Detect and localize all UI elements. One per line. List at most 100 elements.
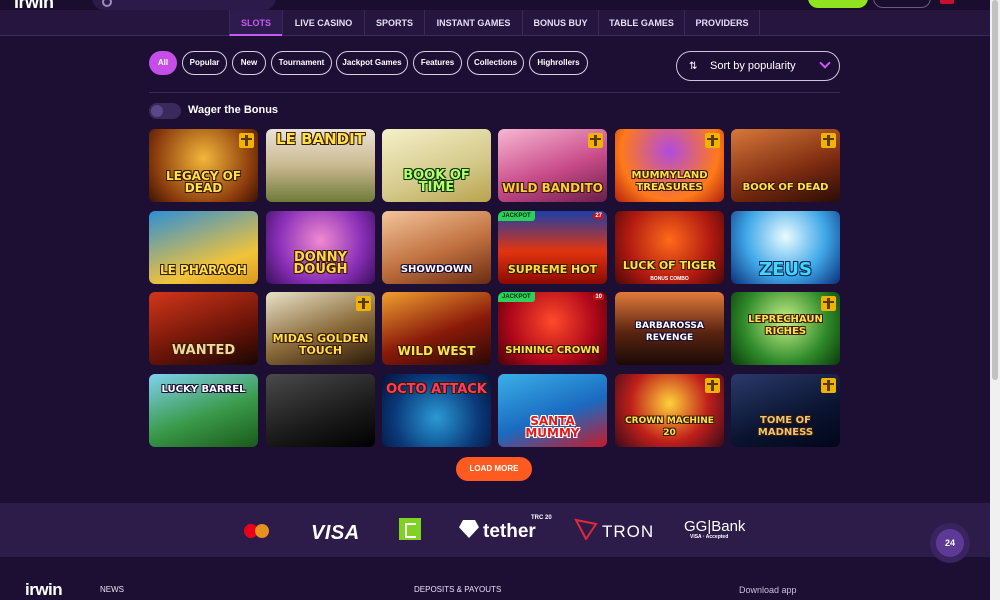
game-title: Le Pharaoh [160, 263, 247, 277]
game-tile[interactable]: Santa Mummy [498, 374, 607, 447]
tab-sports[interactable]: SPORTS [364, 10, 424, 36]
game-tile[interactable]: Donny Dough [266, 211, 375, 284]
game-tile[interactable]: Le Bandit [266, 129, 375, 202]
sort-dropdown[interactable]: ⇅ Sort by popularity [676, 51, 840, 81]
game-tile[interactable]: Wild West [382, 292, 491, 365]
tab-slots[interactable]: SLOTS [229, 10, 282, 36]
game-title: Lucky Barrel [161, 384, 246, 395]
game-tile[interactable]: Book of Time [382, 129, 491, 202]
tab-table-games[interactable]: TABLE GAMES [598, 10, 684, 36]
tron-icon [574, 518, 598, 540]
filter-chip-new[interactable]: New [232, 51, 266, 75]
load-more-button[interactable]: LOAD MORE [456, 457, 532, 481]
wager-bonus-label: Wager the Bonus [188, 104, 279, 116]
game-tile[interactable]: Zeus [731, 211, 840, 284]
gift-icon [705, 378, 720, 393]
game-tile[interactable]: Le Pharaoh [149, 211, 258, 284]
game-title: Supreme Hot [507, 263, 598, 276]
game-title: Wild West [397, 344, 476, 358]
game-title: Legacy of Dead [165, 169, 242, 195]
jackpot-badge: JACKPOT [498, 211, 535, 221]
game-title: Donny Dough [293, 250, 348, 277]
top-header: irwin [0, 0, 990, 10]
game-title: Crown Machine 20 [625, 416, 714, 438]
ggbank-subtitle: VISA · Accepted [690, 534, 729, 540]
game-tile[interactable]: Luck of Tiger BONUS COMBO [615, 211, 724, 284]
game-title: Zeus [759, 259, 812, 280]
gift-icon [821, 133, 836, 148]
game-title: Book of Dead [742, 182, 829, 193]
filter-chip-collections[interactable]: Collections [467, 51, 524, 75]
game-title: Leprechaun Riches [748, 314, 823, 337]
footer-news-link[interactable]: NEWS [100, 585, 124, 594]
support-chat-icon[interactable]: 24 [936, 529, 964, 557]
game-title: Luck of Tiger [622, 259, 717, 272]
game-tile[interactable]: Midas Golden Touch [266, 292, 375, 365]
game-title: Octo Attack [386, 382, 487, 397]
filter-chip-all[interactable]: All [149, 51, 177, 75]
gift-icon [356, 296, 371, 311]
search-icon [102, 0, 112, 7]
game-title: Tome of Madness [757, 415, 814, 438]
game-title: Wild Bandito [502, 181, 603, 195]
scrollbar-thumb[interactable] [992, 0, 998, 380]
game-tile[interactable]: Crown Machine 20 [615, 374, 724, 447]
trc20-label: TRC 20 [531, 515, 552, 521]
game-subtitle: BONUS COMBO [650, 276, 689, 282]
toggle-knob[interactable] [151, 105, 163, 117]
chevron-down-icon [819, 57, 831, 69]
payment-methods-band: VISA tether TRON GG|Bank [0, 503, 990, 557]
gift-icon [239, 133, 254, 148]
ggbank-logo: GG|Bank [684, 518, 746, 535]
game-tile[interactable]: Wanted [149, 292, 258, 365]
game-tile[interactable]: JACKPOT 27 Supreme Hot [498, 211, 607, 284]
filter-chip-features[interactable]: Features [413, 51, 462, 75]
signup-button[interactable] [808, 0, 868, 8]
perfect-money-icon [399, 518, 421, 540]
game-tile[interactable]: Showdown [382, 211, 491, 284]
category-nav: SLOTS LIVE CASINO SPORTS INSTANT GAMES B… [0, 10, 990, 36]
tab-instant-games[interactable]: INSTANT GAMES [424, 10, 522, 36]
game-tile[interactable]: Mummyland Treasures [615, 129, 724, 202]
bet-badge: 27 [593, 213, 604, 219]
jackpot-badge: JACKPOT [498, 292, 535, 302]
game-title: Wanted [171, 343, 236, 358]
game-tile[interactable]: Octo Attack [382, 374, 491, 447]
filter-chip-popular[interactable]: Popular [182, 51, 227, 75]
game-title: Santa Mummy [525, 414, 580, 440]
game-title: Le Bandit [276, 130, 365, 148]
tab-bonus-buy[interactable]: BONUS BUY [522, 10, 598, 36]
tab-live-casino[interactable]: LIVE CASINO [282, 10, 364, 36]
footer-logo[interactable]: irwin [25, 580, 63, 600]
filter-chip-tournament[interactable]: Tournament [271, 51, 332, 75]
footer-deposits-link[interactable]: DEPOSITS & PAYOUTS [414, 585, 501, 594]
search-input[interactable] [92, 0, 276, 10]
filter-chip-highrollers[interactable]: Highrollers [529, 51, 588, 75]
login-button[interactable] [873, 0, 931, 8]
sort-icon: ⇅ [689, 61, 698, 72]
game-tile[interactable]: Leprechaun Riches [731, 292, 840, 365]
game-tile[interactable]: Tome of Madness [731, 374, 840, 447]
download-app-link[interactable]: Download app [739, 585, 797, 595]
game-tile[interactable]: Book of Dead [731, 129, 840, 202]
tab-providers[interactable]: PROVIDERS [684, 10, 760, 36]
game-title: Mummyland Treasures [631, 170, 708, 193]
game-tile[interactable]: Barbarossa Revenge [615, 292, 724, 365]
visa-logo: VISA [311, 522, 360, 544]
game-title: Showdown [400, 264, 473, 275]
filter-chip-jackpot-games[interactable]: Jackpot Games [336, 51, 408, 75]
game-tile[interactable] [266, 374, 375, 447]
language-flag-icon[interactable] [940, 0, 954, 4]
gift-icon [821, 296, 836, 311]
mastercard-icon [255, 524, 269, 538]
game-tile[interactable]: Legacy of Dead [149, 129, 258, 202]
game-tile[interactable]: Wild Bandito [498, 129, 607, 202]
game-title: Midas Golden Touch [272, 332, 369, 357]
game-title: Barbarossa Revenge [635, 321, 704, 343]
game-title: Shining Crown [505, 345, 600, 356]
tether-logo: tether [483, 521, 536, 542]
tron-logo: TRON [602, 522, 655, 541]
site-logo[interactable]: irwin [14, 0, 54, 10]
game-tile[interactable]: Lucky Barrel [149, 374, 258, 447]
game-tile[interactable]: JACKPOT 10 Shining Crown [498, 292, 607, 365]
